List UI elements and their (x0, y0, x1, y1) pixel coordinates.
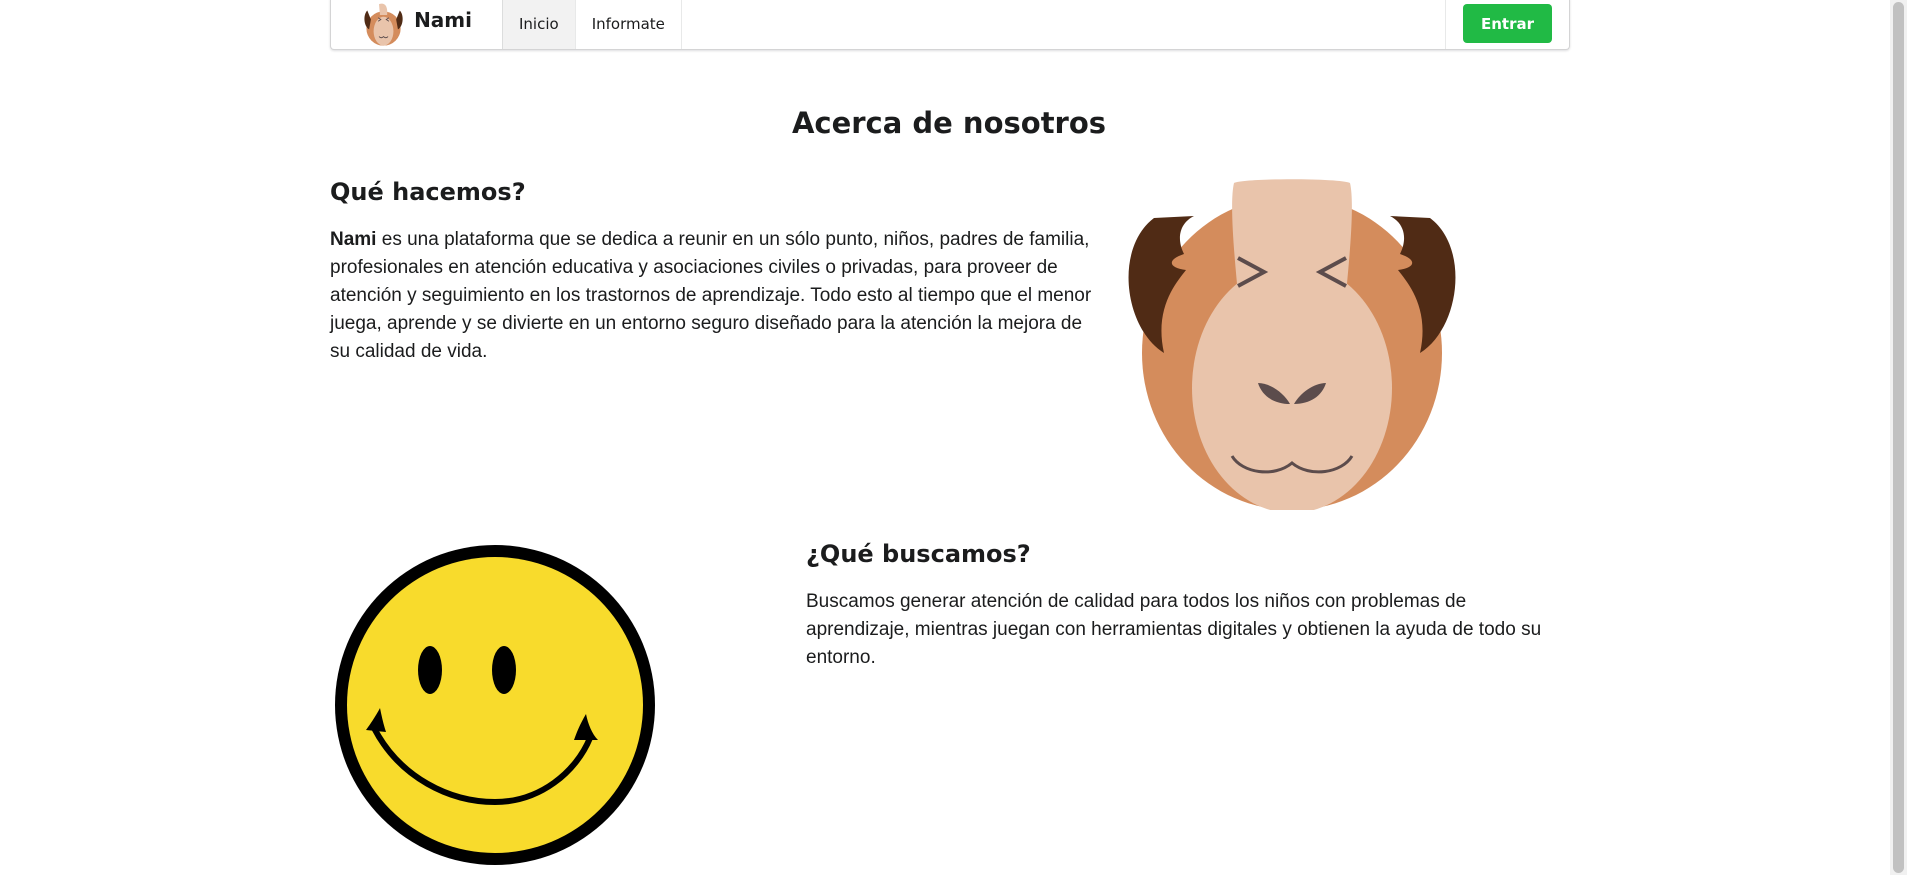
what-we-do-text: es una plataforma que se dedica a reunir… (330, 229, 1092, 362)
what-we-do-lead: Nami (330, 229, 377, 250)
what-we-seek-heading: ¿Qué buscamos? (806, 540, 1031, 568)
nav-item-inicio[interactable]: Inicio (502, 0, 575, 49)
what-we-do-paragraph: Nami es una plataforma que se dedica a r… (330, 226, 1100, 366)
guinea-pig-face-icon (1128, 179, 1456, 510)
brand-name: Nami (414, 7, 472, 32)
what-we-seek-paragraph: Buscamos generar atención de calidad par… (806, 591, 1542, 668)
top-navbar: Nami Inicio Informate Entrar (330, 0, 1570, 50)
guinea-pig-logo-icon (364, 3, 403, 46)
page-title: Acerca de nosotros (791, 106, 1107, 140)
nav-right: Entrar (1445, 0, 1569, 49)
smiley-face-icon (335, 545, 655, 865)
what-we-do-heading: Qué hacemos? (330, 178, 526, 206)
nav-item-informate[interactable]: Informate (574, 0, 681, 49)
nav-spacer (680, 0, 1445, 49)
brand[interactable]: Nami (331, 0, 502, 49)
login-button[interactable]: Entrar (1463, 4, 1552, 43)
